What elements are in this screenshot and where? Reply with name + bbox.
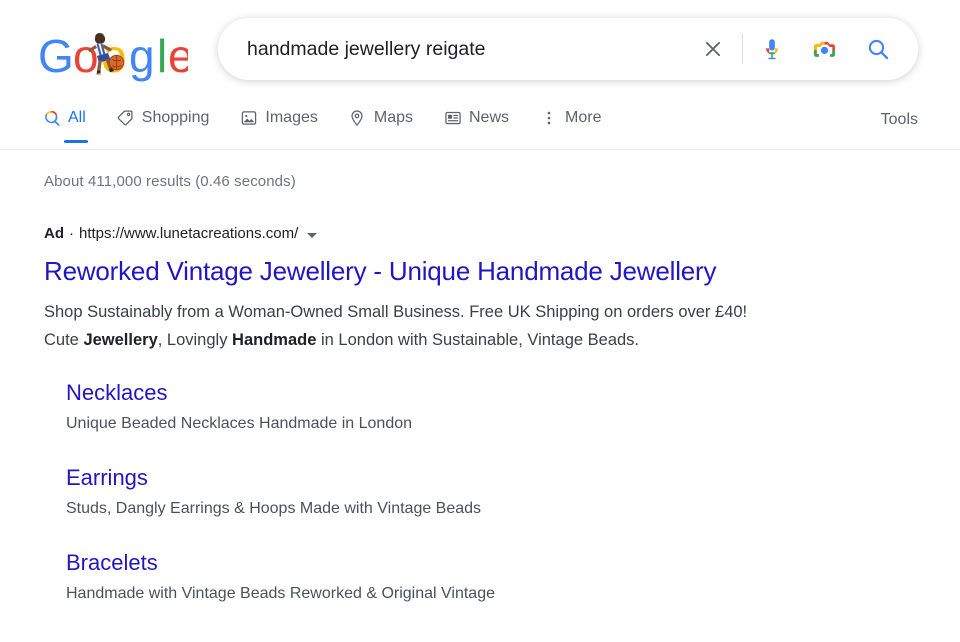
newspaper-icon	[443, 109, 462, 128]
chevron-down-icon[interactable]	[307, 232, 318, 238]
ad-separator: ·	[69, 225, 74, 242]
tab-images[interactable]: Images	[239, 98, 318, 138]
ad-description: Shop Sustainably from a Woman-Owned Smal…	[44, 298, 864, 354]
svg-text:e: e	[168, 30, 188, 82]
tools-button[interactable]: Tools	[881, 106, 918, 134]
search-box[interactable]	[218, 18, 918, 80]
tab-more[interactable]: More	[539, 98, 601, 138]
google-lens-camera-icon[interactable]	[807, 32, 841, 66]
close-icon[interactable]	[696, 32, 730, 66]
overflow-menu-icon	[539, 109, 558, 128]
search-results: About 411,000 results (0.46 seconds) Ad …	[0, 150, 960, 604]
tab-news-label: News	[469, 109, 510, 126]
ad-result: Ad · https://www.lunetacreations.com/ Re…	[44, 224, 960, 604]
sitelink-description: Studs, Dangly Earrings & Hoops Made with…	[66, 500, 482, 517]
ad-text: Cute	[44, 331, 84, 349]
sitelink-bracelets: Bracelets Handmade with Vintage Beads Re…	[44, 550, 960, 604]
tab-shopping[interactable]: Shopping	[116, 98, 210, 138]
sitelink-earrings: Earrings Studs, Dangly Earrings & Hoops …	[44, 465, 960, 519]
ad-description-line-2: Cute Jewellery, Lovingly Handmade in Lon…	[44, 326, 864, 354]
sitelink-necklaces: Necklaces Unique Beaded Necklaces Handma…	[44, 380, 960, 434]
tab-more-label: More	[565, 109, 602, 126]
search-input[interactable]	[247, 35, 696, 63]
tab-active-underline	[64, 140, 88, 143]
map-pin-icon	[348, 109, 367, 128]
svg-text:o: o	[73, 30, 98, 82]
tab-shopping-label: Shopping	[141, 109, 210, 126]
ad-url[interactable]: https://www.lunetacreations.com/	[79, 224, 298, 244]
sitelink-description: Handmade with Vintage Beads Reworked & O…	[66, 585, 495, 602]
google-search-results-page: G o o g l e handmade jewellery reigate A…	[0, 0, 960, 642]
microphone-icon[interactable]	[755, 32, 789, 66]
google-logo-doodle-icon: G o o g l e	[38, 30, 188, 82]
ad-keyword-bold: Handmade	[232, 331, 317, 349]
svg-text:g: g	[129, 30, 154, 82]
ad-description-line-1: Shop Sustainably from a Woman-Owned Smal…	[44, 303, 748, 321]
ad-sitelinks: Necklaces Unique Beaded Necklaces Handma…	[44, 380, 960, 604]
result-stats: About 411,000 results (0.46 seconds)	[44, 173, 296, 190]
ad-badge: Ad	[44, 225, 64, 242]
ad-keyword-bold: Jewellery	[83, 331, 158, 349]
ad-text: in London with Sustainable, Vintage Bead…	[316, 331, 640, 349]
search-divider	[742, 34, 743, 64]
tab-news[interactable]: News	[443, 98, 509, 138]
ad-text: , Lovingly	[157, 331, 233, 349]
nav-divider	[0, 149, 960, 150]
google-search-magnifier-icon	[42, 109, 61, 128]
ad-title-link[interactable]: Reworked Vintage Jewellery - Unique Hand…	[44, 255, 960, 287]
search-nav-tabs: All Shopping Images Maps News More Tools	[0, 98, 960, 150]
price-tag-icon	[116, 109, 135, 128]
ad-url-line: Ad · https://www.lunetacreations.com/	[44, 224, 960, 244]
sitelink-title-link[interactable]: Bracelets	[66, 550, 158, 576]
sitelink-title-link[interactable]: Earrings	[66, 465, 148, 491]
search-icon[interactable]	[861, 32, 895, 66]
tab-images-label: Images	[265, 109, 318, 126]
sitelink-description: Unique Beaded Necklaces Handmade in Lond…	[66, 415, 413, 432]
tab-maps-label: Maps	[373, 109, 413, 126]
tools-label: Tools	[880, 111, 918, 128]
svg-text:G: G	[38, 30, 73, 82]
svg-text:l: l	[157, 30, 166, 82]
tab-all-label: All	[68, 109, 86, 126]
page-header: G o o g l e	[0, 0, 960, 98]
tab-all[interactable]: All	[42, 98, 88, 143]
image-icon	[239, 109, 258, 128]
google-logo[interactable]: G o o g l e	[38, 28, 188, 86]
tab-maps[interactable]: Maps	[348, 98, 413, 138]
sitelink-title-link[interactable]: Necklaces	[66, 380, 167, 406]
